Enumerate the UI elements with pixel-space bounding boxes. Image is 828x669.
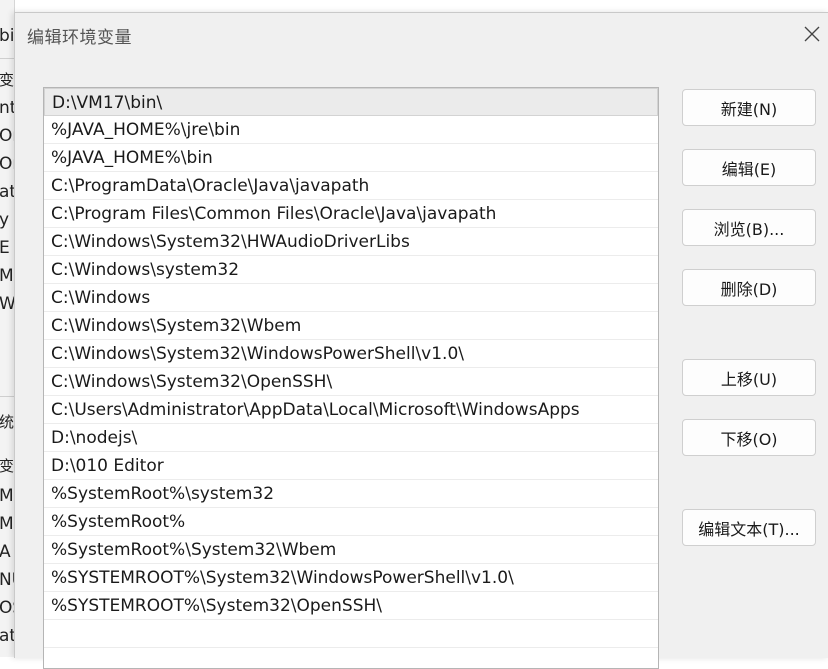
path-list-item[interactable]: %SystemRoot% <box>44 508 658 536</box>
path-list-item[interactable]: %SystemRoot%\System32\Wbem <box>44 536 658 564</box>
path-list-item[interactable]: C:\Windows <box>44 284 658 312</box>
path-list-item[interactable]: C:\Windows\System32\HWAudioDriverLibs <box>44 228 658 256</box>
bg-fragment: A <box>0 542 11 562</box>
title-bar[interactable]: 编辑环境变量 <box>15 13 828 55</box>
path-list-item[interactable]: D:\nodejs\ <box>44 424 658 452</box>
bg-fragment: at <box>0 626 14 646</box>
bg-fragment: On <box>0 126 14 146</box>
close-icon <box>804 26 820 42</box>
bg-fragment: y <box>0 210 10 230</box>
path-list-item[interactable]: C:\Program Files\Common Files\Oracle\Jav… <box>44 200 658 228</box>
bg-fragment: 变量 <box>0 457 15 475</box>
path-list-item[interactable]: D:\VM17\bin\ <box>44 88 658 116</box>
move-up-button[interactable]: 上移(U) <box>682 359 816 396</box>
bg-fragment: OS <box>0 598 14 618</box>
path-list-item[interactable]: %SYSTEMROOT%\System32\OpenSSH\ <box>44 592 658 620</box>
path-list[interactable]: D:\VM17\bin\ %JAVA_HOME%\jre\bin %JAVA_HOM… <box>43 87 659 669</box>
bg-fragment: 统 <box>0 413 15 431</box>
path-list-item[interactable]: %SystemRoot%\system32 <box>44 480 658 508</box>
bg-fragment: E <box>0 238 10 258</box>
delete-button[interactable]: 删除(D) <box>682 269 816 306</box>
browse-button[interactable]: 浏览(B)... <box>682 209 816 246</box>
dialog-title: 编辑环境变量 <box>27 28 132 48</box>
path-list-item[interactable]: C:\Windows\System32\OpenSSH\ <box>44 368 658 396</box>
bg-fragment: Wi <box>0 294 15 314</box>
path-list-item[interactable]: C:\Windows\System32\Wbem <box>44 312 658 340</box>
path-list-item[interactable]: %JAVA_HOME%\bin <box>44 144 658 172</box>
close-button[interactable] <box>799 21 825 47</box>
new-button[interactable]: 新建(N) <box>682 89 816 126</box>
bg-fragment: On <box>0 154 14 174</box>
bg-fragment: M <box>0 514 14 534</box>
path-list-item[interactable]: C:\Windows\System32\WindowsPowerShell\v1… <box>44 340 658 368</box>
edit-button[interactable]: 编辑(E) <box>682 149 816 186</box>
path-list-item[interactable]: C:\ProgramData\Oracle\Java\javapath <box>44 172 658 200</box>
bg-fragment: bi <box>0 26 15 46</box>
move-down-button[interactable]: 下移(O) <box>682 419 816 456</box>
bg-divider <box>0 58 14 59</box>
bg-fragment: M <box>0 486 14 506</box>
bg-fragment: NU <box>0 570 14 590</box>
path-list-empty-row[interactable] <box>44 620 658 648</box>
path-list-item[interactable]: C:\Windows\system32 <box>44 256 658 284</box>
bg-divider <box>0 396 14 397</box>
edit-env-variable-dialog: 编辑环境变量 D:\VM17\bin\ %JAVA_HOME%\jre\bin %J… <box>14 12 828 669</box>
path-list-item[interactable]: D:\010 Editor <box>44 452 658 480</box>
bg-fragment: at <box>0 182 14 202</box>
path-list-item[interactable]: %JAVA_HOME%\jre\bin <box>44 116 658 144</box>
bg-fragment: nt <box>0 98 14 118</box>
path-list-item[interactable]: C:\Users\Administrator\AppData\Local\Mic… <box>44 396 658 424</box>
path-list-item[interactable]: %SYSTEMROOT%\System32\WindowsPowerShell\… <box>44 564 658 592</box>
background-window: bi 变量 nt On On at y E M Wi 统 变量 M M A NU… <box>0 0 15 657</box>
edit-text-button[interactable]: 编辑文本(T)... <box>682 509 816 546</box>
path-list-empty-row[interactable] <box>44 648 658 668</box>
bg-fragment: M <box>0 266 14 286</box>
bg-fragment: 变量 <box>0 71 15 89</box>
